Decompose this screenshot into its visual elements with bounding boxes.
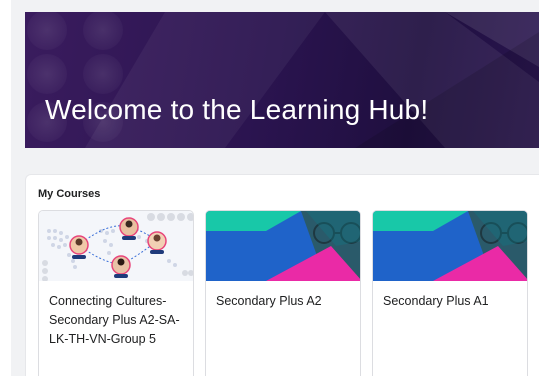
my-courses-panel: My Courses Connecting Cultures-Secondary…: [25, 174, 539, 376]
course-card-connecting-cultures[interactable]: Connecting Cultures-Secondary Plus A2-SA…: [38, 210, 194, 376]
banner-title: Welcome to the Learning Hub!: [45, 94, 429, 125]
course-card-title: Secondary Plus A1: [383, 294, 489, 308]
my-courses-heading: My Courses: [38, 188, 101, 200]
banner-decoration: [27, 12, 539, 148]
abstract-geometric-face-icon: [373, 211, 527, 281]
left-edge-strip: [0, 0, 11, 376]
course-card-secondary-plus-a1[interactable]: Secondary Plus A1: [372, 210, 528, 376]
course-card-title: Connecting Cultures-Secondary Plus A2-SA…: [49, 294, 180, 346]
course-card-title: Secondary Plus A2: [216, 294, 322, 308]
world-map-people-icon: [39, 211, 193, 281]
welcome-banner: Welcome to the Learning Hub!: [25, 12, 539, 148]
abstract-geometric-face-icon: [206, 211, 360, 281]
course-card-secondary-plus-a2[interactable]: Secondary Plus A2: [205, 210, 361, 376]
